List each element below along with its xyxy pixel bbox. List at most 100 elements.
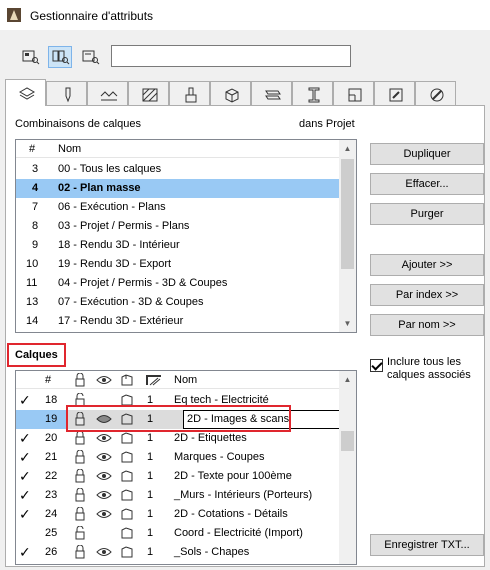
layers-panel: Combinaisons de calques dans Projet # No… bbox=[5, 105, 485, 567]
lock-icon[interactable] bbox=[73, 507, 87, 521]
app-logo-icon bbox=[7, 8, 21, 22]
wireframe-icon[interactable] bbox=[120, 431, 134, 445]
layer-row[interactable]: ✓ 26 1 _Sols - Chapes bbox=[16, 543, 341, 562]
layer-row[interactable]: ✓ 23 1 _Murs - Intérieurs (Porteurs) bbox=[16, 486, 341, 505]
column-header-number: # bbox=[29, 143, 36, 155]
by-name-button[interactable]: Par nom >> bbox=[370, 314, 484, 336]
paint-brush-icon bbox=[185, 87, 197, 103]
layer-visible-check[interactable]: ✓ bbox=[19, 487, 31, 504]
eye-icon[interactable] bbox=[96, 450, 112, 464]
view-mode-detail-button[interactable] bbox=[78, 46, 102, 68]
eye-icon[interactable] bbox=[96, 469, 112, 483]
clear-button[interactable]: Effacer... bbox=[370, 173, 484, 195]
building-material-icon bbox=[225, 88, 239, 103]
eye-icon[interactable] bbox=[96, 488, 112, 502]
combination-row[interactable]: 8 03 - Projet / Permis - Plans bbox=[16, 217, 341, 236]
combinations-label: Combinaisons de calques bbox=[15, 118, 141, 130]
layer-row[interactable]: ✓ 21 1 Marques - Coupes bbox=[16, 448, 341, 467]
selected-row-highlight bbox=[66, 405, 291, 432]
duplicate-button[interactable]: Dupliquer bbox=[370, 143, 484, 165]
layer-visible-check[interactable]: ✓ bbox=[19, 430, 31, 447]
layers-list: # Nom ✓ 18 1 Eq tech - Electricité 19 1 … bbox=[15, 370, 357, 565]
layer-visible-check[interactable]: ✓ bbox=[19, 468, 31, 485]
tab-composites[interactable] bbox=[251, 81, 292, 105]
include-associated-checkbox[interactable] bbox=[370, 359, 383, 372]
lock-icon[interactable] bbox=[73, 431, 87, 445]
tab-building-materials[interactable] bbox=[210, 81, 251, 105]
tab-surfaces[interactable] bbox=[169, 81, 210, 105]
lock-icon[interactable] bbox=[73, 545, 87, 559]
layer-row[interactable]: 25 1 Coord - Electricité (Import) bbox=[16, 524, 341, 543]
lock-icon[interactable] bbox=[73, 469, 87, 483]
layer-row[interactable]: ✓ 24 1 2D - Cotations - Détails bbox=[16, 505, 341, 524]
markup-icon bbox=[389, 88, 403, 102]
view-mode-split-button[interactable] bbox=[48, 46, 72, 68]
layer-visible-check[interactable]: ✓ bbox=[19, 449, 31, 466]
layers-icon bbox=[18, 87, 36, 100]
scroll-down-arrow-icon[interactable]: ▼ bbox=[339, 315, 356, 332]
combination-row[interactable]: 13 07 - Exécution - 3D & Coupes bbox=[16, 293, 341, 312]
column-header-name: Nom bbox=[58, 143, 82, 155]
lock-icon[interactable] bbox=[73, 488, 87, 502]
view-mode-list-button[interactable] bbox=[18, 46, 42, 68]
column-header-name: Nom bbox=[174, 374, 198, 386]
window-title: Gestionnaire d'attributs bbox=[30, 9, 154, 23]
attribute-tabs bbox=[5, 79, 485, 106]
combination-row[interactable]: 10 19 - Rendu 3D - Export bbox=[16, 255, 341, 274]
wireframe-icon[interactable] bbox=[120, 507, 134, 521]
lock-icon bbox=[75, 373, 85, 387]
tab-pens[interactable] bbox=[46, 81, 87, 105]
layer-row[interactable]: ✓ 22 1 2D - Texte pour 100ème bbox=[16, 467, 341, 486]
combinations-header: # Nom bbox=[16, 140, 341, 158]
pen-icon bbox=[65, 87, 71, 103]
wireframe-icon bbox=[121, 374, 133, 386]
lock-icon[interactable] bbox=[73, 450, 87, 464]
search-input[interactable] bbox=[111, 45, 351, 67]
wireframe-icon[interactable] bbox=[120, 469, 134, 483]
tab-line-types[interactable] bbox=[87, 81, 128, 105]
layers-scrollbar[interactable]: ▲ bbox=[339, 371, 356, 564]
wireframe-icon[interactable] bbox=[120, 488, 134, 502]
scroll-up-arrow-icon[interactable]: ▲ bbox=[339, 140, 356, 157]
unlocked-icon[interactable] bbox=[73, 526, 87, 540]
combinations-context: dans Projet bbox=[299, 118, 355, 130]
line-types-icon bbox=[100, 91, 118, 101]
scroll-thumb[interactable] bbox=[341, 431, 354, 451]
split-view-icon bbox=[52, 50, 70, 65]
override-brush-icon bbox=[430, 88, 444, 102]
wireframe-icon[interactable] bbox=[120, 450, 134, 464]
tab-profiles[interactable] bbox=[292, 81, 333, 105]
combination-row[interactable]: 11 04 - Projet / Permis - 3D & Coupes bbox=[16, 274, 341, 293]
combination-row[interactable]: 9 18 - Rendu 3D - Intérieur bbox=[16, 236, 341, 255]
include-associated-label: Inclure tous les calques associés bbox=[387, 356, 471, 381]
layer-visible-check[interactable]: ✓ bbox=[19, 544, 31, 561]
list-view-icon bbox=[22, 50, 40, 65]
eye-icon[interactable] bbox=[96, 545, 112, 559]
scroll-up-arrow-icon[interactable]: ▲ bbox=[339, 371, 356, 388]
combination-row[interactable]: 7 06 - Exécution - Plans bbox=[16, 198, 341, 217]
combination-row[interactable]: 14 17 - Rendu 3D - Extérieur bbox=[16, 312, 341, 331]
zone-icon bbox=[348, 88, 362, 102]
layer-visible-check[interactable]: ✓ bbox=[19, 506, 31, 523]
eye-icon[interactable] bbox=[96, 431, 112, 445]
tab-zones[interactable] bbox=[333, 81, 374, 105]
by-index-button[interactable]: Par index >> bbox=[370, 284, 484, 306]
combination-row[interactable]: 3 00 - Tous les calques bbox=[16, 160, 341, 179]
scroll-thumb[interactable] bbox=[341, 159, 354, 269]
combination-row-selected[interactable]: 4 02 - Plan masse bbox=[16, 179, 341, 198]
layers-label: Calques bbox=[15, 349, 58, 361]
add-button[interactable]: Ajouter >> bbox=[370, 254, 484, 276]
composite-icon bbox=[265, 90, 281, 100]
wireframe-icon[interactable] bbox=[120, 526, 134, 540]
wireframe-icon[interactable] bbox=[120, 545, 134, 559]
title-bar: Gestionnaire d'attributs bbox=[0, 0, 490, 30]
purge-button[interactable]: Purger bbox=[370, 203, 484, 225]
save-txt-button[interactable]: Enregistrer TXT... bbox=[370, 534, 484, 556]
layer-visible-check[interactable]: ✓ bbox=[19, 392, 31, 409]
combinations-scrollbar[interactable]: ▲ ▼ bbox=[339, 140, 356, 332]
tab-graphic-overrides[interactable] bbox=[415, 81, 456, 105]
eye-icon[interactable] bbox=[96, 507, 112, 521]
tab-layers[interactable] bbox=[5, 79, 46, 106]
tab-markup-styles[interactable] bbox=[374, 81, 415, 105]
tab-fills[interactable] bbox=[128, 81, 169, 105]
